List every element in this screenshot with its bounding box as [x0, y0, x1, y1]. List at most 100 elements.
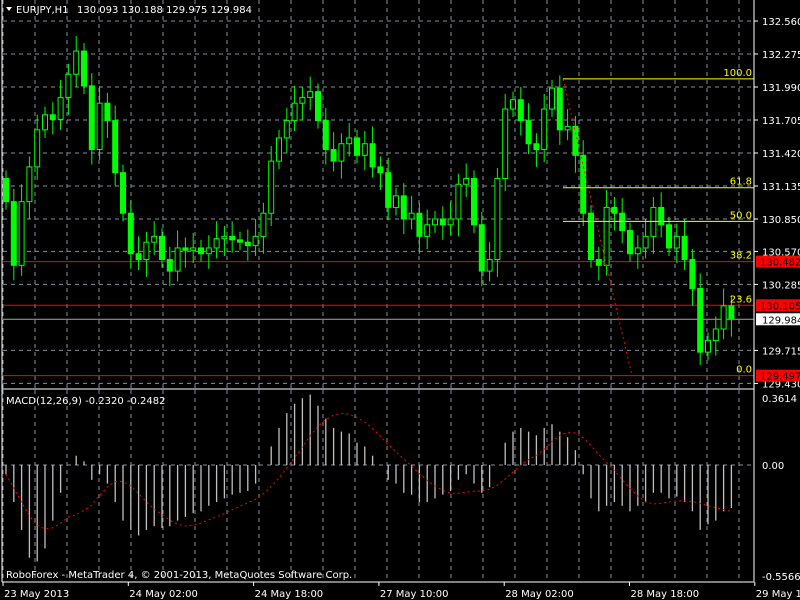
copyright-text: RoboForex - MetaTrader 4, © 2001-2013, M…: [6, 570, 352, 581]
candle-body: [3, 177, 9, 203]
candle-body: [229, 235, 236, 241]
candle-body: [478, 224, 485, 272]
candle-body: [400, 195, 407, 220]
candle-body: [49, 114, 56, 120]
candle-body: [619, 212, 626, 232]
time-label: 24 May 02:00: [129, 589, 198, 600]
candle-body: [96, 102, 103, 151]
candle-body: [712, 328, 719, 342]
price-label: 131.135: [762, 182, 800, 193]
candle-body: [88, 85, 95, 151]
ohlc-values: 130.093 130.188 129.975 129.984: [77, 5, 252, 16]
symbol-label: EURJPY,H1: [16, 5, 69, 16]
candle-body: [720, 305, 727, 330]
candle-body: [276, 137, 282, 162]
bid-price-label: 129.984: [762, 315, 800, 326]
candle-body: [673, 235, 680, 249]
candle-body: [603, 206, 610, 266]
candle-body: [237, 239, 243, 243]
candle-body: [471, 177, 477, 226]
candle-body: [533, 143, 540, 151]
candle-body: [299, 96, 306, 104]
candle-body: [143, 241, 150, 261]
candle-body: [213, 238, 220, 249]
symbol-header[interactable]: EURJPY,H1 130.093 130.188 129.975 129.98…: [6, 5, 252, 16]
candle-body: [315, 91, 321, 122]
price-label: 132.275: [762, 50, 800, 61]
candle-body: [494, 177, 501, 261]
candle-body: [65, 73, 72, 98]
price-label: 131.420: [762, 149, 800, 160]
candle-body: [135, 253, 142, 261]
candle-body: [42, 114, 48, 131]
price-label: 130.285: [762, 280, 800, 291]
candle-body: [416, 212, 423, 237]
fib-level-label: 50.0: [730, 210, 752, 221]
candle-body: [393, 195, 399, 208]
candle-body: [369, 143, 376, 168]
fib-level-label: 23.6: [730, 294, 752, 305]
candle-body: [658, 206, 665, 226]
candle-body: [564, 125, 571, 131]
candle-body: [34, 129, 41, 168]
candle-body: [182, 247, 189, 251]
candle-body: [81, 50, 87, 87]
candle-body: [57, 96, 64, 120]
candle-body: [159, 235, 165, 261]
macd-label: MACD(12,26,9) -0.2320 -0.2482: [6, 396, 166, 407]
candle-body: [104, 102, 111, 122]
price-tag-label: 129.497: [760, 372, 800, 383]
candle-body: [681, 235, 688, 261]
candle-body: [18, 201, 25, 266]
candle-body: [541, 108, 548, 151]
candle-body: [338, 143, 345, 162]
candle-body: [556, 87, 563, 131]
candle-body: [346, 137, 353, 145]
candle-body: [354, 137, 360, 156]
metatrader-chart[interactable]: 100.0 61.8 50.0 38.2 23.6 0.0 132.560 132.275 1…: [0, 0, 800, 600]
candle-body: [190, 247, 197, 251]
time-label: 23 May 2013: [4, 589, 69, 600]
time-label: 24 May 18:00: [255, 589, 324, 600]
candle-body: [486, 259, 493, 272]
candle-body: [408, 212, 415, 220]
chart-background: [0, 0, 800, 600]
candle-body: [244, 241, 251, 247]
candle-body: [10, 201, 17, 266]
candle-body: [174, 247, 181, 272]
time-label: 28 May 18:00: [631, 589, 700, 600]
candle-body: [73, 50, 80, 75]
candle-body: [166, 259, 173, 272]
candle-body: [26, 166, 33, 203]
candle-body: [112, 120, 119, 174]
candle-body: [424, 224, 431, 237]
price-label: 131.705: [762, 116, 800, 127]
candle-body: [455, 183, 462, 220]
candle-body: [650, 206, 657, 237]
candle-body: [517, 99, 524, 122]
time-label: 28 May 02:00: [505, 589, 574, 600]
candle-body: [642, 235, 649, 249]
candle-body: [728, 305, 735, 320]
candle-body: [307, 91, 314, 98]
candle-body: [330, 149, 337, 162]
candle-body: [502, 108, 509, 179]
fib-level-label: 61.8: [730, 177, 752, 188]
candle-body: [697, 287, 704, 353]
candle-body: [151, 235, 158, 243]
candle-body: [611, 206, 618, 214]
candle-body: [627, 230, 633, 255]
price-label: 130.850: [762, 215, 800, 226]
candle-body: [260, 212, 267, 237]
macd-axis-label: -0.5566: [762, 572, 800, 583]
price-tag-label: 130.482: [760, 258, 800, 269]
candle-body: [447, 218, 454, 226]
time-label: 27 May 10:00: [380, 589, 449, 600]
candle-body: [198, 247, 204, 255]
candle-body: [252, 235, 259, 247]
candle-body: [595, 259, 602, 266]
candle-body: [283, 120, 290, 139]
price-label: 131.990: [762, 83, 800, 94]
candle-body: [291, 102, 298, 122]
candle-body: [463, 177, 470, 185]
